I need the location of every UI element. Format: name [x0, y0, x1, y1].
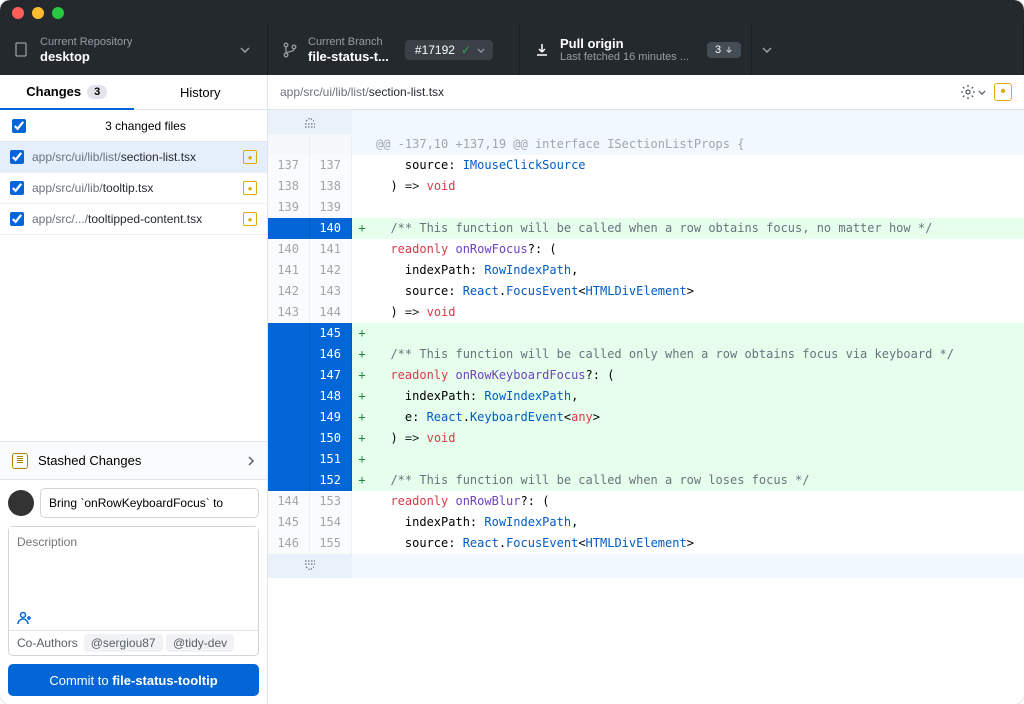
- sidebar: Changes 3 History 3 changed files app/sr…: [0, 75, 268, 704]
- chevron-down-icon: [237, 47, 253, 53]
- diff-header: app/src/ui/lib/list/section-list.tsx •: [268, 75, 1024, 110]
- select-all-checkbox[interactable]: [12, 119, 26, 133]
- diff-line[interactable]: 141142 indexPath: RowIndexPath,: [268, 260, 1024, 281]
- branch-selector[interactable]: Current Branch file-status-t... #17192 ✓: [268, 25, 520, 75]
- file-status-modified-icon: •: [243, 212, 257, 226]
- file-checkbox[interactable]: [10, 181, 24, 195]
- stashed-changes-row[interactable]: ≣ Stashed Changes: [0, 441, 267, 479]
- stashed-label: Stashed Changes: [38, 453, 237, 468]
- changes-count-badge: 3: [87, 85, 107, 99]
- commit-form: Co-Authors @sergiou87 @tidy-dev Commit t…: [0, 479, 267, 704]
- diff-line[interactable]: 152+ /** This function will be called wh…: [268, 470, 1024, 491]
- file-path: app/src/ui/lib/tooltip.tsx: [32, 181, 235, 195]
- diff-file-path: app/src/ui/lib/list/section-list.tsx: [280, 85, 952, 99]
- diff-line[interactable]: 138138 ) => void: [268, 176, 1024, 197]
- file-path: app/src/ui/lib/list/section-list.tsx: [32, 150, 235, 164]
- chevron-down-icon: [978, 90, 986, 95]
- git-branch-icon: [282, 42, 298, 58]
- diff-settings-button[interactable]: [960, 84, 986, 100]
- file-checkbox[interactable]: [10, 212, 24, 226]
- file-row[interactable]: app/src/.../tooltipped-content.tsx •: [0, 204, 267, 235]
- commit-summary-input[interactable]: [40, 488, 259, 518]
- repo-icon: [14, 42, 30, 58]
- coauthors-label: Co-Authors: [17, 636, 78, 650]
- diff-line[interactable]: 142143 source: React.FocusEvent<HTMLDivE…: [268, 281, 1024, 302]
- file-path: app/src/.../tooltipped-content.tsx: [32, 212, 235, 226]
- coauthor-pill[interactable]: @sergiou87: [84, 634, 163, 652]
- check-icon: ✓: [461, 43, 471, 57]
- diff-line[interactable]: 147+ readonly onRowKeyboardFocus?: (: [268, 365, 1024, 386]
- branch-value: file-status-t...: [308, 49, 389, 65]
- pull-count-badge: 3: [707, 42, 741, 58]
- pull-options-dropdown[interactable]: [751, 25, 781, 75]
- diff-panel: app/src/ui/lib/list/section-list.tsx • @…: [268, 75, 1024, 704]
- stash-icon: ≣: [12, 453, 28, 469]
- diff-line[interactable]: 145154 indexPath: RowIndexPath,: [268, 512, 1024, 533]
- coauthor-pill[interactable]: @tidy-dev: [166, 634, 234, 652]
- file-status-modified-icon: •: [243, 150, 257, 164]
- diff-line[interactable]: 148+ indexPath: RowIndexPath,: [268, 386, 1024, 407]
- commit-description-input[interactable]: [9, 527, 258, 605]
- close-window-button[interactable]: [12, 7, 24, 19]
- pr-status-pill[interactable]: #17192 ✓: [405, 40, 493, 60]
- file-list-header: 3 changed files: [0, 110, 267, 142]
- pr-number: #17192: [415, 43, 455, 57]
- minimize-window-button[interactable]: [32, 7, 44, 19]
- pull-label: Pull origin: [560, 36, 689, 52]
- diff-line[interactable]: 145+: [268, 323, 1024, 344]
- gear-icon: [960, 84, 976, 100]
- changed-files-count: 3 changed files: [36, 119, 255, 133]
- diff-line[interactable]: 150+ ) => void: [268, 428, 1024, 449]
- file-checkbox[interactable]: [10, 150, 24, 164]
- avatar: [8, 490, 34, 516]
- download-icon: [534, 42, 550, 58]
- add-coauthor-icon[interactable]: [9, 605, 258, 630]
- titlebar: [0, 0, 1024, 25]
- repository-selector[interactable]: Current Repository desktop: [0, 25, 268, 75]
- expand-hunk-down[interactable]: [268, 554, 1024, 578]
- diff-line[interactable]: 151+: [268, 449, 1024, 470]
- pull-subtitle: Last fetched 16 minutes ...: [560, 51, 689, 64]
- maximize-window-button[interactable]: [52, 7, 64, 19]
- diff-line[interactable]: 146155 source: React.FocusEvent<HTMLDivE…: [268, 533, 1024, 554]
- file-list: app/src/ui/lib/list/section-list.tsx • a…: [0, 142, 267, 235]
- diff-line[interactable]: 149+ e: React.KeyboardEvent<any>: [268, 407, 1024, 428]
- tab-history[interactable]: History: [134, 75, 268, 109]
- tab-changes[interactable]: Changes 3: [0, 75, 134, 110]
- diff-content[interactable]: @@ -137,10 +137,19 @@ interface ISection…: [268, 110, 1024, 704]
- diff-line[interactable]: 137137 source: IMouseClickSource: [268, 155, 1024, 176]
- file-row[interactable]: app/src/ui/lib/tooltip.tsx •: [0, 173, 267, 204]
- toolbar: Current Repository desktop Current Branc…: [0, 25, 1024, 75]
- diff-line[interactable]: 140141 readonly onRowFocus?: (: [268, 239, 1024, 260]
- file-modified-status-icon: •: [994, 83, 1012, 101]
- diff-line[interactable]: 143144 ) => void: [268, 302, 1024, 323]
- hunk-header: @@ -137,10 +137,19 @@ interface ISection…: [268, 134, 1024, 155]
- file-status-modified-icon: •: [243, 181, 257, 195]
- diff-line[interactable]: 146+ /** This function will be called on…: [268, 344, 1024, 365]
- diff-line[interactable]: 140+ /** This function will be called wh…: [268, 218, 1024, 239]
- branch-label: Current Branch: [308, 36, 389, 49]
- repo-label: Current Repository: [40, 36, 132, 49]
- file-row[interactable]: app/src/ui/lib/list/section-list.tsx •: [0, 142, 267, 173]
- pull-button[interactable]: Pull origin Last fetched 16 minutes ... …: [520, 25, 1024, 75]
- diff-line[interactable]: 144153 readonly onRowBlur?: (: [268, 491, 1024, 512]
- expand-hunk-up[interactable]: [268, 110, 1024, 134]
- diff-line[interactable]: 139139: [268, 197, 1024, 218]
- chevron-right-icon: [247, 455, 255, 467]
- commit-button[interactable]: Commit to file-status-tooltip: [8, 664, 259, 696]
- repo-value: desktop: [40, 49, 132, 65]
